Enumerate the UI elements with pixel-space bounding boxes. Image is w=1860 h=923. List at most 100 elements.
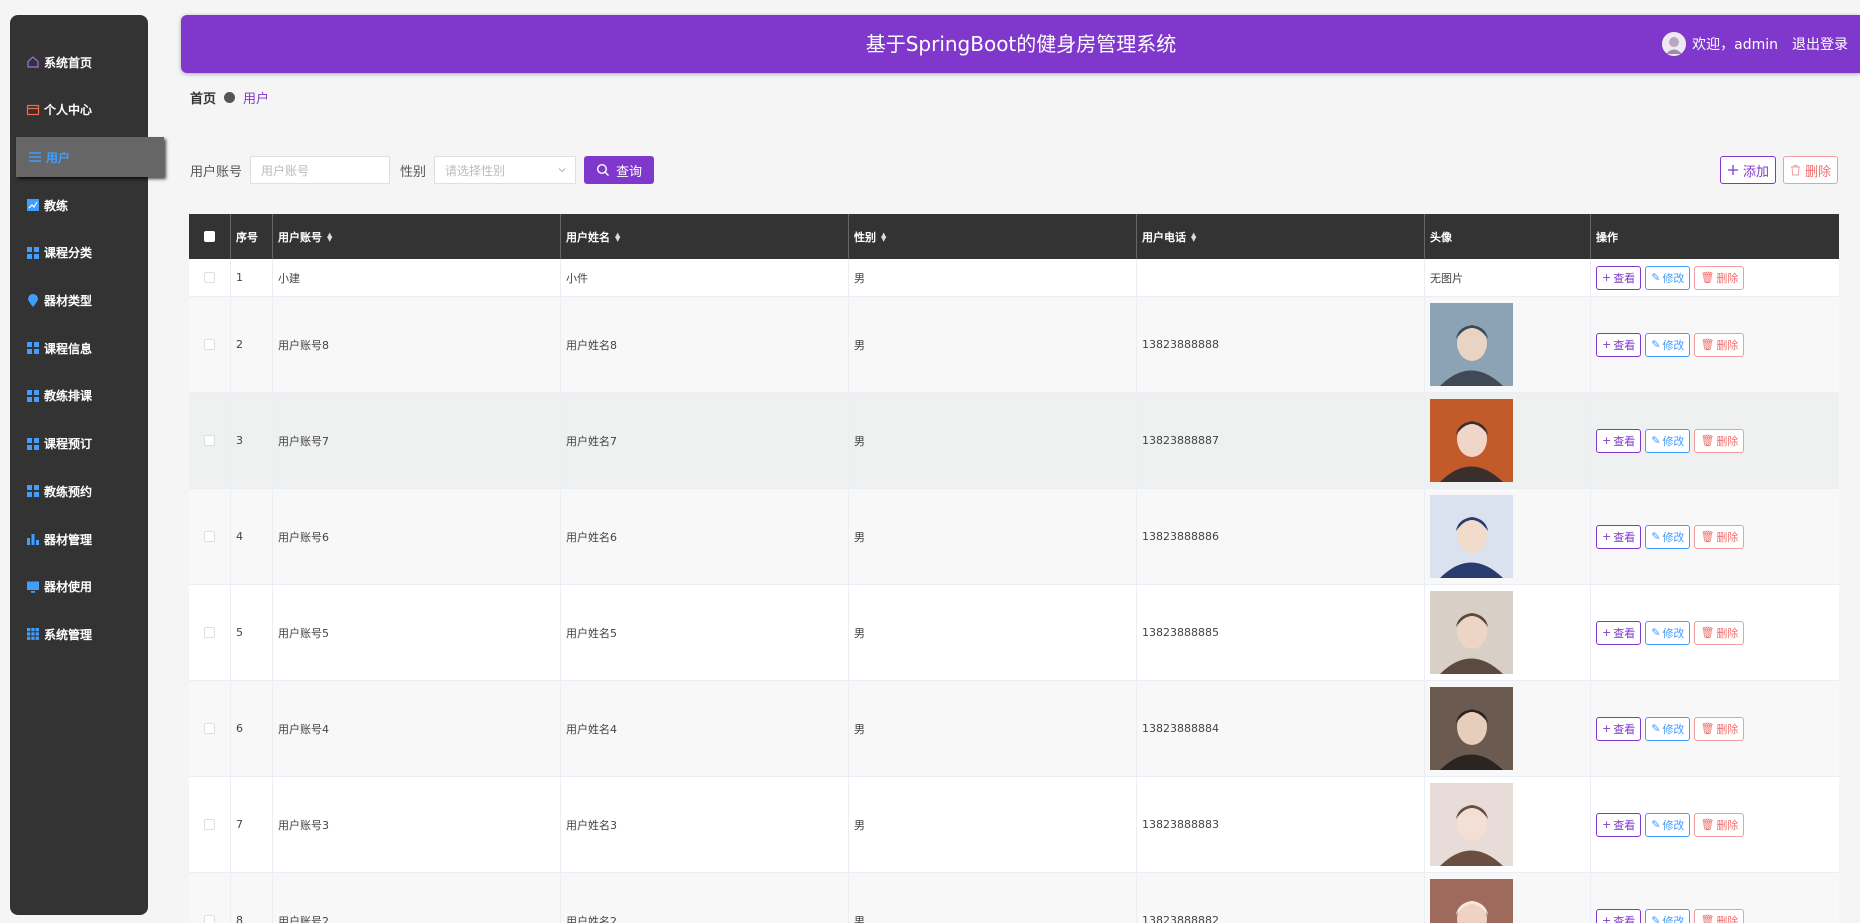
cell-index: 8 — [231, 873, 273, 923]
sidebar-item-1[interactable]: 个人中心 — [14, 90, 164, 130]
add-button[interactable]: 添加 — [1720, 156, 1776, 184]
cell-account: 用户账号3 — [273, 777, 561, 872]
cell-name: 用户姓名2 — [561, 873, 849, 923]
table-row[interactable]: 8 用户账号2 用户姓名2 男 13823888882 + 查看 ✎ 修改 🗑 删除 — [189, 873, 1839, 923]
user-avatar[interactable] — [1662, 32, 1687, 56]
edit-button[interactable]: ✎ 修改 — [1645, 332, 1691, 357]
row-checkbox[interactable] — [204, 915, 215, 923]
table-row[interactable]: 5 用户账号5 用户姓名5 男 13823888885 + 查看 ✎ 修改 🗑 删除 — [189, 585, 1839, 681]
sidebar-item-11[interactable]: 器材使用 — [14, 567, 164, 607]
edit-button[interactable]: ✎ 修改 — [1645, 620, 1691, 645]
edit-button[interactable]: ✎ 修改 — [1645, 428, 1691, 453]
bar-chart-icon — [26, 532, 40, 546]
edit-button[interactable]: ✎ 修改 — [1645, 812, 1691, 837]
sidebar-item-8[interactable]: 课程预订 — [14, 424, 164, 464]
sort-icon[interactable]: ▲ ▼ — [327, 231, 332, 242]
sidebar-item-6[interactable]: 课程信息 — [14, 328, 164, 368]
sidebar-item-10[interactable]: 器材管理 — [14, 519, 164, 559]
sidebar-item-0[interactable]: 系统首页 — [14, 42, 164, 82]
query-button[interactable]: 查询 — [584, 156, 655, 184]
delete-button[interactable]: 🗑 删除 — [1694, 524, 1745, 549]
view-button[interactable]: + 查看 — [1596, 620, 1642, 645]
table-row[interactable]: 4 用户账号6 用户姓名6 男 13823888886 + 查看 ✎ 修改 🗑 删除 — [189, 489, 1839, 585]
edit-button[interactable]: ✎ 修改 — [1645, 716, 1691, 741]
table-row[interactable]: 7 用户账号3 用户姓名3 男 13823888883 + 查看 ✎ 修改 🗑 删除 — [189, 777, 1839, 873]
cell-account: 小建 — [273, 259, 561, 296]
list-icon — [28, 150, 42, 164]
account-label: 用户账号 — [190, 164, 243, 180]
table-header: 序号 用户账号 ▲ ▼ 用户姓名 ▲ ▼ 性别 ▲ ▼ 用户电话 ▲ ▼ 头像 操作 — [189, 214, 1839, 259]
view-button[interactable]: + 查看 — [1596, 428, 1642, 453]
header-gender[interactable]: 性别 ▲ ▼ — [849, 214, 1137, 259]
header-avatar: 头像 — [1425, 214, 1591, 259]
header-account[interactable]: 用户账号 ▲ ▼ — [273, 214, 561, 259]
view-button[interactable]: + 查看 — [1596, 524, 1642, 549]
sidebar-item-4[interactable]: 课程分类 — [14, 233, 164, 273]
row-checkbox[interactable] — [204, 272, 215, 283]
logout-link[interactable]: 退出登录 — [1792, 34, 1848, 54]
table-row[interactable]: 1 小建 小件男 无图片 + 查看 ✎ 修改 🗑 删除 — [189, 259, 1839, 297]
view-button[interactable]: + 查看 — [1596, 716, 1642, 741]
table-row[interactable]: 3 用户账号7 用户姓名7 男 13823888887 + 查看 ✎ 修改 🗑 删除 — [189, 393, 1839, 489]
sidebar-item-3[interactable]: 教练 — [14, 185, 164, 225]
sort-icon[interactable]: ▲ ▼ — [881, 231, 886, 242]
cell-actions: + 查看 ✎ 修改 🗑 删除 — [1591, 873, 1839, 923]
delete-button[interactable]: 🗑 删除 — [1694, 332, 1745, 357]
row-checkbox[interactable] — [204, 531, 215, 542]
view-button[interactable]: + 查看 — [1596, 265, 1642, 290]
edit-button[interactable]: ✎ 修改 — [1645, 524, 1691, 549]
view-button[interactable]: + 查看 — [1596, 812, 1642, 837]
delete-button[interactable]: 🗑 删除 — [1694, 265, 1745, 290]
cell-avatar — [1425, 681, 1591, 776]
select-all-checkbox[interactable] — [204, 231, 215, 242]
row-checkbox[interactable] — [204, 723, 215, 734]
cell-name: 用户姓名6 — [561, 489, 849, 584]
sidebar-item-12[interactable]: 系统管理 — [14, 614, 164, 654]
batch-delete-button[interactable]: 删除 — [1783, 156, 1838, 184]
delete-button[interactable]: 🗑 删除 — [1694, 620, 1745, 645]
delete-button[interactable]: 🗑 删除 — [1694, 908, 1745, 923]
cell-index: 4 — [231, 489, 273, 584]
view-button[interactable]: + 查看 — [1596, 332, 1642, 357]
table-row[interactable]: 2 用户账号8 用户姓名8 男 13823888888 + 查看 ✎ 修改 🗑 删除 — [189, 297, 1839, 393]
sort-icon[interactable]: ▲ ▼ — [615, 231, 620, 242]
table-row[interactable]: 6 用户账号4 用户姓名4 男 13823888884 + 查看 ✎ 修改 🗑 删除 — [189, 681, 1839, 777]
cell-avatar — [1425, 777, 1591, 872]
row-select-cell — [189, 681, 231, 776]
row-checkbox[interactable] — [204, 819, 215, 830]
row-checkbox[interactable] — [204, 339, 215, 350]
header-phone[interactable]: 用户电话 ▲ ▼ — [1137, 214, 1425, 259]
card-icon — [26, 103, 40, 117]
sidebar-item-label: 课程预订 — [44, 437, 93, 452]
trash-icon: 🗑 — [1700, 818, 1715, 831]
edit-button[interactable]: ✎ 修改 — [1645, 908, 1691, 923]
gender-select[interactable]: 请选择性别 — [434, 156, 577, 184]
top-header: 基于SpringBoot的健身房管理系统 欢迎，admin 退出登录 — [181, 15, 1860, 73]
app-title: 基于SpringBoot的健身房管理系统 — [865, 32, 1177, 56]
sort-icon[interactable]: ▲ ▼ — [1191, 231, 1196, 242]
breadcrumb-home[interactable]: 首页 — [190, 88, 216, 107]
view-button[interactable]: + 查看 — [1596, 908, 1642, 923]
sidebar-item-5[interactable]: 器材类型 — [14, 281, 164, 321]
sidebar-item-9[interactable]: 教练预约 — [14, 471, 164, 511]
gender-select-placeholder: 请选择性别 — [445, 163, 506, 178]
account-search-input[interactable]: 用户账号 — [250, 156, 391, 184]
user-photo — [1430, 591, 1513, 674]
row-checkbox[interactable] — [204, 627, 215, 638]
chart-square-icon — [26, 198, 40, 212]
header-name[interactable]: 用户姓名 ▲ ▼ — [561, 214, 849, 259]
sidebar-item-label: 系统管理 — [44, 627, 93, 642]
cell-gender: 男 — [849, 681, 1137, 776]
sidebar-item-label: 器材使用 — [44, 580, 93, 595]
edit-button[interactable]: ✎ 修改 — [1645, 265, 1691, 290]
sidebar-item-label: 课程分类 — [44, 246, 93, 261]
sidebar-item-7[interactable]: 教练排课 — [14, 376, 164, 416]
header-user-area: 欢迎，admin 退出登录 — [1662, 15, 1848, 73]
row-checkbox[interactable] — [204, 435, 215, 446]
delete-button[interactable]: 🗑 删除 — [1694, 428, 1745, 453]
delete-button[interactable]: 🗑 删除 — [1694, 812, 1745, 837]
user-photo — [1430, 783, 1513, 866]
plus-icon: + — [1602, 914, 1612, 923]
sidebar-item-2[interactable]: 用户 — [16, 137, 164, 178]
delete-button[interactable]: 🗑 删除 — [1694, 716, 1745, 741]
